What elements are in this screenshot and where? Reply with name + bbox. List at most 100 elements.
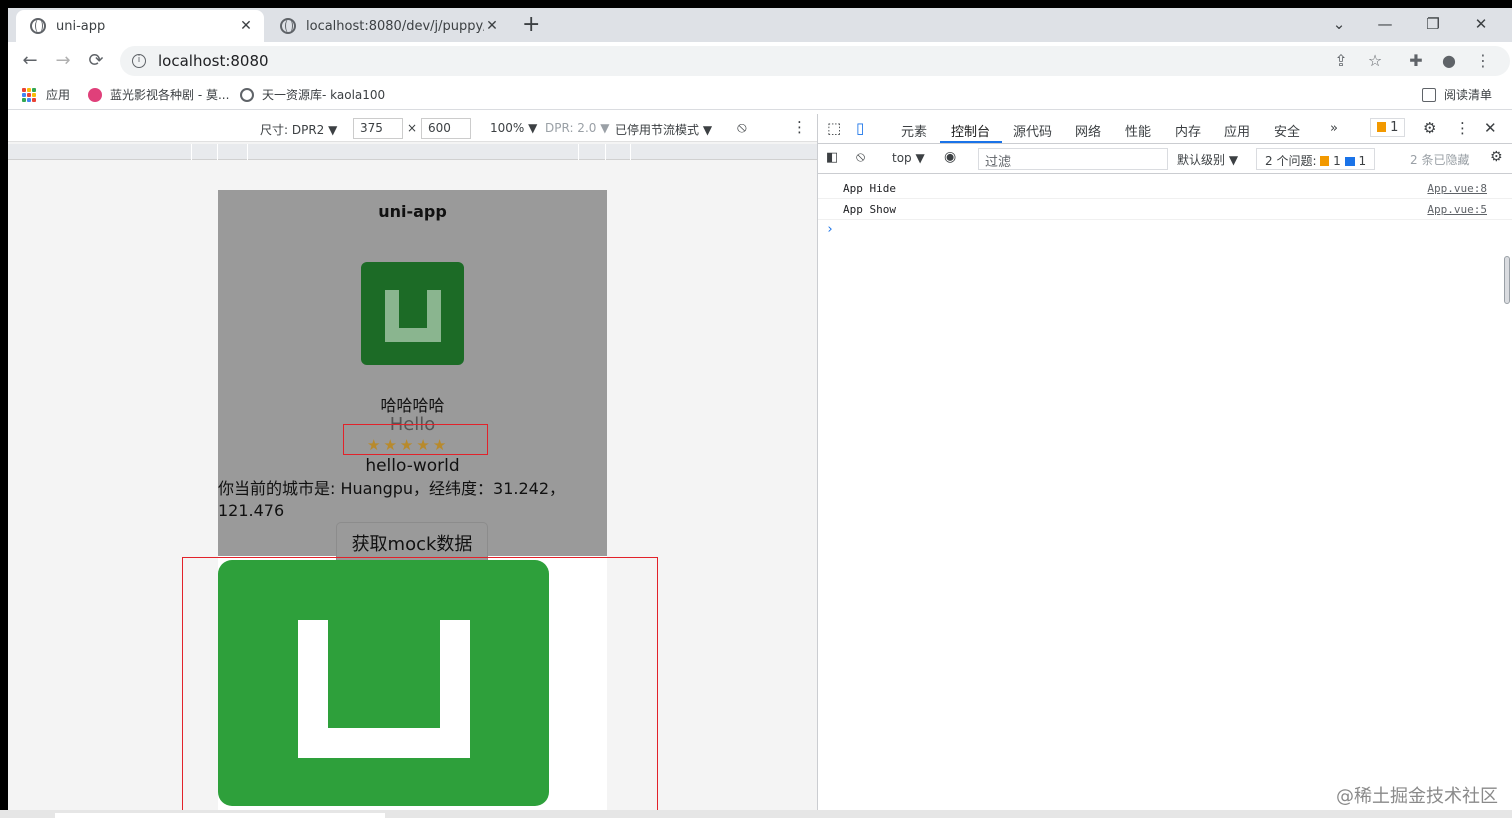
tab-title: uni-app <box>56 18 106 34</box>
back-button[interactable]: ← <box>16 48 44 74</box>
devtools-menu-icon[interactable]: ⋮ <box>1455 119 1470 137</box>
forward-button[interactable]: → <box>49 48 77 74</box>
dpr-select[interactable]: DPR: 2.0 ▼ <box>545 121 609 135</box>
bookmark-apps[interactable]: 应用 <box>22 86 70 103</box>
tab-memory[interactable]: 内存 <box>1175 121 1201 140</box>
console-message: App Show App.vue:5 <box>818 199 1512 220</box>
device-toolbar: 尺寸: DPR2 ▼ 375 × 600 100% ▼ DPR: 2.0 ▼ 已… <box>8 114 817 142</box>
times-sign: × <box>407 121 418 135</box>
console-output: App Hide App.vue:8 App Show App.vue:5 › <box>818 178 1512 240</box>
settings-gear-icon[interactable]: ⚙ <box>1423 119 1436 137</box>
menu-icon[interactable]: ⋮ <box>1472 50 1494 72</box>
profile-avatar-icon[interactable]: ● <box>1438 50 1460 72</box>
dimensions-select[interactable]: 尺寸: DPR2 ▼ <box>260 121 337 138</box>
watermark: @稀土掘金技术社区 <box>1336 786 1498 807</box>
throttle-select[interactable]: 已停用节流模式 ▼ <box>615 121 712 138</box>
tab-elements[interactable]: 元素 <box>901 121 927 140</box>
issues-label: 2 个问题: <box>1265 154 1317 168</box>
site-info-icon[interactable]: i <box>132 54 146 68</box>
bookmark-star-icon[interactable]: ☆ <box>1364 50 1386 72</box>
tab-security[interactable]: 安全 <box>1274 121 1300 140</box>
console-toolbar: ◧ ⦸ top ▼ ◉ 过滤 默认级别 ▼ 2 个问题: 1 1 2 条已隐藏 … <box>818 144 1512 174</box>
minimize-button[interactable]: — <box>1362 12 1408 36</box>
text-hello-world: hello-world <box>365 456 460 476</box>
taskbar <box>0 810 1512 818</box>
tab-localhost-dev[interactable]: localhost:8080/dev/j/puppy/frod ✕ <box>266 10 510 42</box>
tab-uni-app[interactable]: uni-app ✕ <box>16 10 264 42</box>
log-levels-select[interactable]: 默认级别 ▼ <box>1177 151 1238 168</box>
info-message-icon <box>1344 157 1355 166</box>
issues-badge[interactable]: 1 <box>1370 118 1406 137</box>
tab-network[interactable]: 网络 <box>1075 121 1101 140</box>
tab-console[interactable]: 控制台 <box>951 121 990 140</box>
device-toggle-icon[interactable]: ▯ <box>856 119 864 137</box>
clear-console-icon[interactable]: ⦸ <box>856 149 865 165</box>
issues-info-count: 1 <box>1358 154 1367 168</box>
devtools-tabs: ⬚ ▯ 元素 控制台 源代码 网络 性能 内存 应用 安全 » 1 ⚙ ⋮ ✕ <box>818 114 1512 144</box>
bookmark-label: 天一资源库- kaola100 <box>262 88 386 102</box>
reload-button[interactable]: ⟳ <box>82 48 110 74</box>
page-title: uni-app <box>378 202 447 221</box>
city-location-text: 你当前的城市是: Huangpu，经纬度：31.242，121.476 <box>218 479 566 520</box>
console-source-link[interactable]: App.vue:8 <box>1427 178 1487 199</box>
globe-icon <box>280 18 296 34</box>
text-hahaha: 哈哈哈哈 <box>380 396 445 415</box>
bookmark-favicon-icon <box>88 87 102 102</box>
height-input[interactable]: 600 <box>421 118 471 139</box>
tab-strip: uni-app ✕ localhost:8080/dev/j/puppy/fro… <box>8 8 1512 42</box>
warning-flag-icon <box>1377 122 1386 132</box>
issues-warn-count: 1 <box>1333 154 1341 168</box>
share-icon[interactable]: ⇪ <box>1330 50 1352 72</box>
sidebar-toggle-icon[interactable]: ◧ <box>826 150 838 165</box>
media-query-ruler <box>8 144 817 160</box>
issues-button[interactable]: 2 个问题: 1 1 <box>1256 148 1376 170</box>
console-settings-gear-icon[interactable]: ⚙ <box>1490 149 1503 165</box>
address-text[interactable]: localhost:8080 <box>158 52 269 70</box>
page-scrollbar[interactable] <box>1504 256 1510 304</box>
close-tab-icon[interactable]: ✕ <box>484 18 500 34</box>
uni-app-logo-icon <box>361 262 464 365</box>
browser-window: uni-app ✕ localhost:8080/dev/j/puppy/fro… <box>8 8 1512 818</box>
rotate-icon[interactable]: ⦸ <box>737 118 747 136</box>
more-options-icon[interactable]: ⋮ <box>792 118 807 136</box>
console-prompt[interactable]: › <box>818 220 1512 240</box>
close-window-button[interactable]: ✕ <box>1458 12 1504 36</box>
console-source-link[interactable]: App.vue:5 <box>1427 199 1487 220</box>
restore-button[interactable]: ❐ <box>1410 12 1456 36</box>
close-tab-icon[interactable]: ✕ <box>238 18 254 34</box>
device-emulation-pane: 尺寸: DPR2 ▼ 375 × 600 100% ▼ DPR: 2.0 ▼ 已… <box>8 114 817 818</box>
inspect-element-icon[interactable]: ⬚ <box>827 119 841 137</box>
console-message-text: App Show <box>843 203 896 216</box>
close-devtools-icon[interactable]: ✕ <box>1484 119 1497 137</box>
apps-grid-icon <box>22 87 36 102</box>
reading-list-label: 阅读清单 <box>1444 88 1493 102</box>
globe-icon <box>30 18 46 34</box>
address-bar[interactable]: i localhost:8080 <box>120 46 1510 76</box>
more-tabs-icon[interactable]: » <box>1330 121 1338 136</box>
console-message: App Hide App.vue:8 <box>818 178 1512 199</box>
warning-flag-icon <box>1320 156 1330 166</box>
tab-performance[interactable]: 性能 <box>1125 121 1151 140</box>
devtools-panel: ⬚ ▯ 元素 控制台 源代码 网络 性能 内存 应用 安全 » 1 ⚙ ⋮ ✕ … <box>817 114 1512 818</box>
console-message-text: App Hide <box>843 182 896 195</box>
context-select[interactable]: top ▼ <box>892 151 925 165</box>
console-filter-input[interactable]: 过滤 <box>978 148 1168 170</box>
highlight-box-image <box>182 557 658 812</box>
live-expression-eye-icon[interactable]: ◉ <box>944 149 956 165</box>
reading-list[interactable]: 阅读清单 <box>1422 86 1492 103</box>
bookmark-languang[interactable]: 蓝光影视各种剧 - 莫... <box>88 86 229 103</box>
width-input[interactable]: 375 <box>353 118 403 139</box>
globe-icon <box>240 87 254 102</box>
tab-sources[interactable]: 源代码 <box>1013 121 1052 140</box>
tab-application[interactable]: 应用 <box>1224 121 1250 140</box>
hidden-messages-count: 2 条已隐藏 <box>1410 153 1470 167</box>
tab-search-icon[interactable]: ⌄ <box>1316 12 1362 36</box>
zoom-select[interactable]: 100% ▼ <box>490 121 537 135</box>
extensions-icon[interactable]: ✚ <box>1405 50 1427 72</box>
bookmark-label: 蓝光影视各种剧 - 莫... <box>110 88 230 102</box>
tab-title: localhost:8080/dev/j/puppy/frod <box>306 18 484 34</box>
bookmark-tianyi[interactable]: 天一资源库- kaola100 <box>240 86 385 103</box>
browser-toolbar: ← → ⟳ i localhost:8080 ⇪ ☆ ✚ ● ⋮ <box>8 42 1512 80</box>
new-tab-button[interactable]: + <box>522 14 540 36</box>
reading-list-icon <box>1422 87 1436 102</box>
